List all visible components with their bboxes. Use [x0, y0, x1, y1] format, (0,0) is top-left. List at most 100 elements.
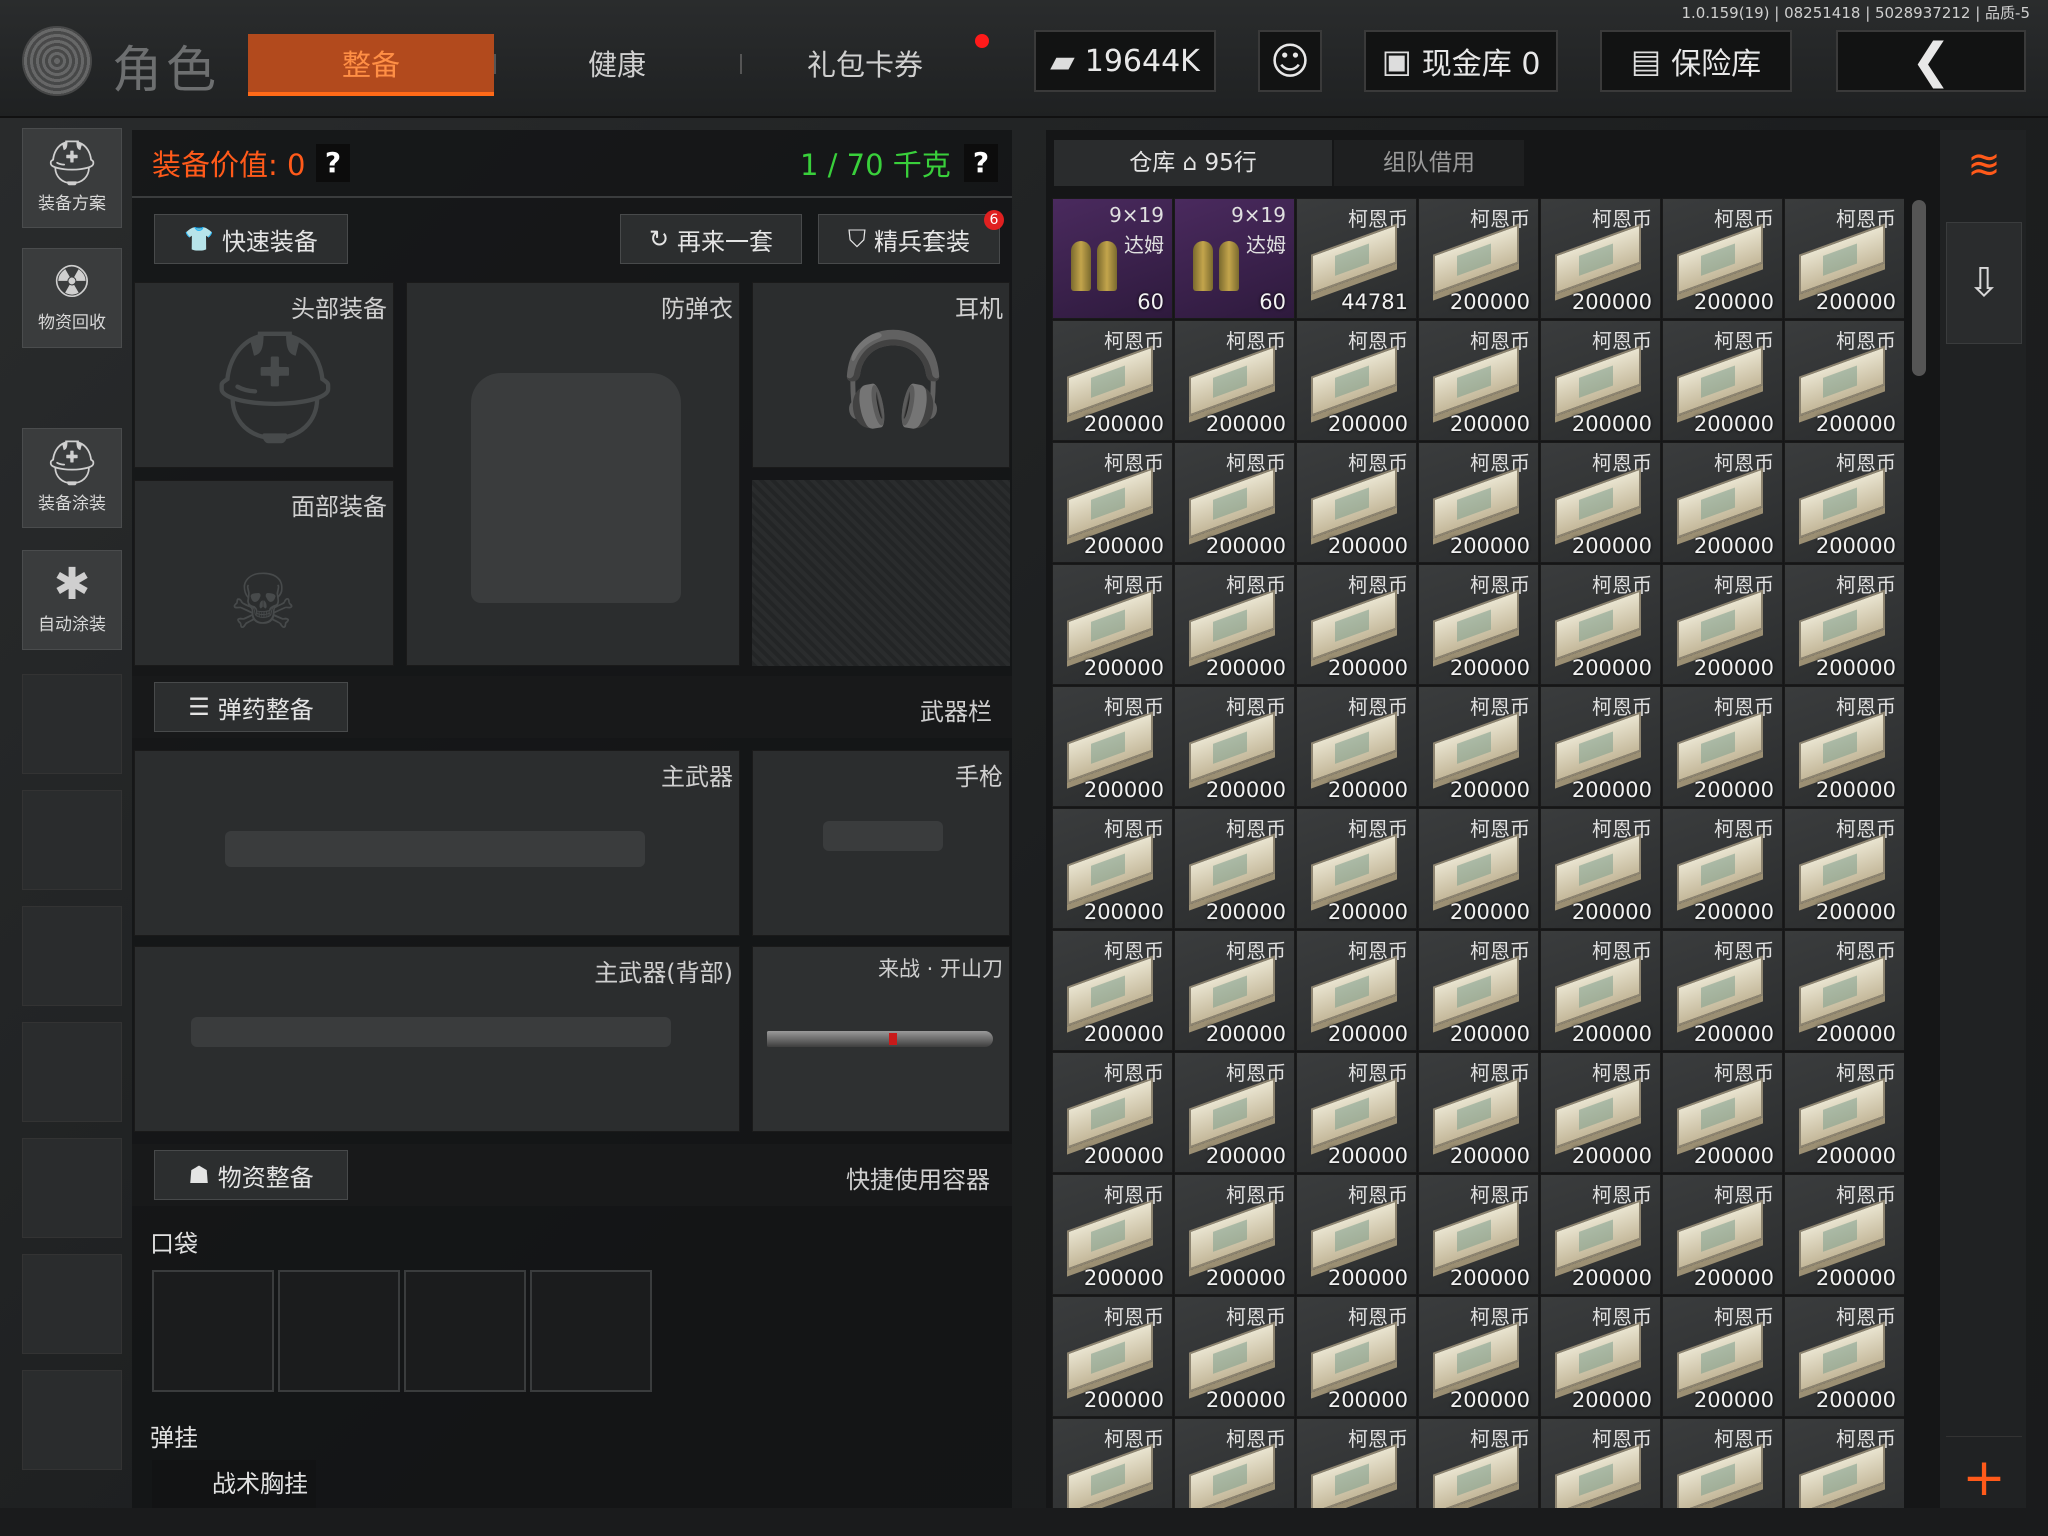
coin-item-cell[interactable]: 柯恩币200000: [1662, 1174, 1783, 1295]
coin-item-cell[interactable]: 柯恩币200000: [1784, 198, 1904, 319]
money-display[interactable]: ▰ 19644K: [1034, 30, 1216, 92]
coin-item-cell[interactable]: 柯恩币200000: [1662, 198, 1783, 319]
coin-item-cell[interactable]: 柯恩币200000: [1296, 1052, 1417, 1173]
coin-item-cell[interactable]: 柯恩币200000: [1052, 564, 1173, 685]
coin-item-cell[interactable]: 柯恩币200000: [1296, 808, 1417, 929]
quick-equip-button[interactable]: 👕 快速装备: [154, 214, 348, 264]
coin-item-cell[interactable]: 柯恩币200000: [1784, 1052, 1904, 1173]
coin-item-cell[interactable]: 柯恩币200000: [1296, 1296, 1417, 1417]
pocket-slot[interactable]: [278, 1270, 400, 1392]
coin-item-cell[interactable]: 柯恩币200000: [1174, 930, 1295, 1051]
coin-item-cell[interactable]: 柯恩币200000: [1784, 930, 1904, 1051]
coin-item-cell[interactable]: 柯恩币200000: [1052, 1052, 1173, 1173]
weight-help-button[interactable]: ?: [964, 144, 998, 182]
coin-item-cell[interactable]: 柯恩币200000: [1174, 564, 1295, 685]
coin-item-cell[interactable]: 柯恩币200000: [1540, 1418, 1661, 1508]
coin-item-cell[interactable]: 柯恩币200000: [1784, 320, 1904, 441]
coin-item-cell[interactable]: 柯恩币200000: [1662, 564, 1783, 685]
coin-item-cell[interactable]: 柯恩币200000: [1540, 930, 1661, 1051]
tab-team-borrow[interactable]: 组队借用: [1334, 140, 1524, 186]
sidebar-recycle[interactable]: ☢ 物资回收: [22, 248, 122, 348]
coin-item-cell[interactable]: 柯恩币200000: [1296, 442, 1417, 563]
coin-item-cell[interactable]: 柯恩币200000: [1662, 1052, 1783, 1173]
coin-item-cell[interactable]: 柯恩币200000: [1174, 686, 1295, 807]
elite-set-button[interactable]: ⛉ 精兵套装: [818, 214, 1000, 264]
pistol-slot[interactable]: 手枪: [752, 750, 1010, 936]
pocket-slot[interactable]: [404, 1270, 526, 1392]
coin-item-cell[interactable]: 柯恩币 44781: [1296, 198, 1417, 319]
avatar[interactable]: [22, 26, 92, 96]
coin-item-cell[interactable]: 柯恩币200000: [1540, 442, 1661, 563]
coin-item-cell[interactable]: 柯恩币200000: [1174, 1418, 1295, 1508]
coin-item-cell[interactable]: 柯恩币200000: [1418, 442, 1539, 563]
coin-item-cell[interactable]: 柯恩币200000: [1784, 442, 1904, 563]
coin-item-cell[interactable]: 柯恩币200000: [1784, 686, 1904, 807]
coin-item-cell[interactable]: 柯恩币200000: [1540, 564, 1661, 685]
coin-item-cell[interactable]: 柯恩币200000: [1662, 930, 1783, 1051]
coin-item-cell[interactable]: 柯恩币200000: [1052, 686, 1173, 807]
melee-slot[interactable]: 来战 · 开山刀: [752, 946, 1010, 1132]
armor-slot[interactable]: 防弹衣: [406, 282, 740, 666]
deposit-button[interactable]: ⇩: [1946, 222, 2022, 344]
warehouse-scrollbar[interactable]: [1912, 200, 1926, 376]
tab-warehouse[interactable]: 仓库 ⌂ 95行: [1054, 140, 1332, 186]
cash-vault-button[interactable]: ▣ 现金库 0: [1364, 30, 1558, 92]
coin-item-cell[interactable]: 柯恩币200000: [1296, 930, 1417, 1051]
sidebar-equip-plan[interactable]: ⛑ 装备方案: [22, 128, 122, 228]
coin-item-cell[interactable]: 柯恩币200000: [1540, 1296, 1661, 1417]
back-weapon-slot[interactable]: 主武器(背部): [134, 946, 740, 1132]
coin-item-cell[interactable]: 柯恩币200000: [1174, 1296, 1295, 1417]
coin-item-cell[interactable]: 柯恩币200000: [1418, 564, 1539, 685]
coin-item-cell[interactable]: 柯恩币200000: [1784, 564, 1904, 685]
tab-health[interactable]: 健康: [494, 34, 740, 96]
coin-item-cell[interactable]: 柯恩币200000: [1540, 320, 1661, 441]
coin-item-cell[interactable]: 柯恩币200000: [1418, 1296, 1539, 1417]
coin-item-cell[interactable]: 柯恩币200000: [1418, 198, 1539, 319]
coin-item-cell[interactable]: 柯恩币200000: [1540, 1052, 1661, 1173]
primary-weapon-slot[interactable]: 主武器: [134, 750, 740, 936]
coin-item-cell[interactable]: 柯恩币200000: [1784, 1296, 1904, 1417]
ammo-equip-button[interactable]: ☰ 弹药整备: [154, 682, 348, 732]
coin-item-cell[interactable]: 柯恩币200000: [1418, 1052, 1539, 1173]
reroll-button[interactable]: ↻ 再来一套: [620, 214, 802, 264]
coin-item-cell[interactable]: 柯恩币200000: [1296, 686, 1417, 807]
coin-item-cell[interactable]: 柯恩币200000: [1296, 1418, 1417, 1508]
back-button[interactable]: ❮: [1836, 30, 2026, 92]
pocket-slot[interactable]: [530, 1270, 652, 1392]
coin-item-cell[interactable]: 柯恩币200000: [1174, 442, 1295, 563]
coin-item-cell[interactable]: 柯恩币200000: [1662, 442, 1783, 563]
coin-item-cell[interactable]: 柯恩币200000: [1662, 686, 1783, 807]
coin-item-cell[interactable]: 柯恩币200000: [1052, 1418, 1173, 1508]
coin-item-cell[interactable]: 柯恩币200000: [1052, 1296, 1173, 1417]
head-slot[interactable]: 头部装备 ⛑: [134, 282, 394, 468]
coin-item-cell[interactable]: 柯恩币200000: [1174, 1052, 1295, 1173]
coin-item-cell[interactable]: 柯恩币200000: [1174, 808, 1295, 929]
coin-item-cell[interactable]: 柯恩币200000: [1052, 808, 1173, 929]
coin-item-cell[interactable]: 柯恩币200000: [1174, 1174, 1295, 1295]
sidebar-paint[interactable]: ⛑ 装备涂装: [22, 428, 122, 528]
coin-item-cell[interactable]: 柯恩币200000: [1296, 320, 1417, 441]
safe-vault-button[interactable]: ▤ 保险库: [1600, 30, 1792, 92]
coin-item-cell[interactable]: 柯恩币200000: [1662, 1296, 1783, 1417]
coin-item-cell[interactable]: 柯恩币200000: [1662, 808, 1783, 929]
supply-equip-button[interactable]: ☗ 物资整备: [154, 1150, 348, 1200]
coin-item-cell[interactable]: 柯恩币200000: [1418, 930, 1539, 1051]
coin-item-cell[interactable]: 柯恩币200000: [1052, 930, 1173, 1051]
coin-item-cell[interactable]: 柯恩币200000: [1784, 808, 1904, 929]
coin-item-cell[interactable]: 柯恩币200000: [1174, 320, 1295, 441]
face-slot[interactable]: 面部装备 ☠: [134, 480, 394, 666]
coin-item-cell[interactable]: 柯恩币200000: [1418, 1418, 1539, 1508]
coin-item-cell[interactable]: 柯恩币200000: [1052, 320, 1173, 441]
coin-item-cell[interactable]: 柯恩币200000: [1418, 320, 1539, 441]
coin-item-cell[interactable]: 柯恩币200000: [1784, 1418, 1904, 1508]
sidebar-auto-paint[interactable]: ✱ 自动涂装: [22, 550, 122, 650]
value-help-button[interactable]: ?: [316, 144, 350, 182]
headset-slot[interactable]: 耳机 🎧: [752, 282, 1010, 468]
ammo-item-cell[interactable]: 9×19 达姆 60: [1174, 198, 1295, 319]
coin-item-cell[interactable]: 柯恩币200000: [1296, 1174, 1417, 1295]
coin-item-cell[interactable]: 柯恩币200000: [1540, 686, 1661, 807]
ammo-item-cell[interactable]: 9×19 达姆 60: [1052, 198, 1173, 319]
chest-rig-slot[interactable]: 战术胸挂: [152, 1460, 316, 1508]
coin-item-cell[interactable]: 柯恩币200000: [1540, 808, 1661, 929]
coin-item-cell[interactable]: 柯恩币200000: [1784, 1174, 1904, 1295]
